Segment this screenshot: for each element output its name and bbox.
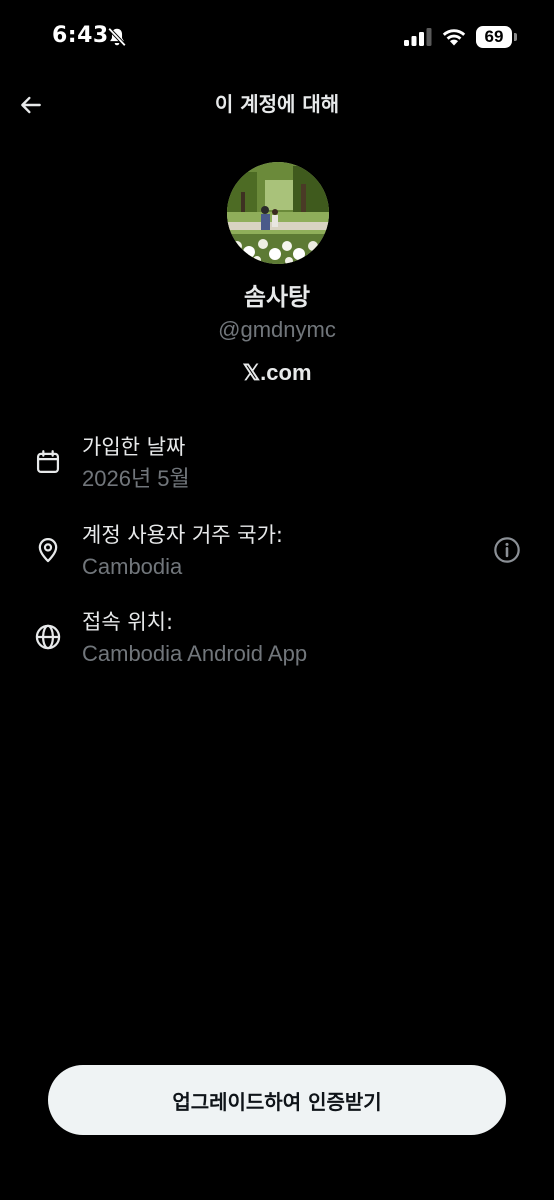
joined-date-value: 2026년 5월 <box>82 466 190 491</box>
connected-via-value: Cambodia Android App <box>82 641 308 666</box>
status-bar: 6:43 69 <box>0 0 554 76</box>
avatar-photo <box>227 162 329 264</box>
globe-icon <box>35 624 61 650</box>
based-in-value: Cambodia <box>82 554 183 579</box>
info-circle-icon[interactable] <box>493 536 521 564</box>
avatar[interactable] <box>227 162 329 264</box>
calendar-icon <box>36 450 60 474</box>
based-in-label: 계정 사용자 거주 국가: <box>82 523 283 547</box>
joined-date-row: 가입한 날짜 2026년 5월 <box>0 432 554 502</box>
battery-level: 69 <box>484 27 504 46</box>
connected-via-row: 접속 위치: Cambodia Android App <box>0 607 554 677</box>
cellular-signal-icon <box>404 28 432 46</box>
connected-via-label: 접속 위치: <box>82 610 174 634</box>
page-title: 이 계정에 대해 <box>214 92 340 116</box>
status-time: 6:43 <box>52 23 109 48</box>
upgrade-verify-button[interactable]: 업그레이드하여 인증받기 <box>48 1065 506 1135</box>
account-based-in-row: 계정 사용자 거주 국가: Cambodia <box>0 520 554 590</box>
location-pin-icon <box>38 538 58 563</box>
wifi-icon <box>442 29 466 46</box>
bell-slash-icon <box>107 27 127 47</box>
site-domain: 𝕏.com <box>242 360 312 385</box>
display-name: 솜사탕 <box>243 283 311 311</box>
battery-icon: 69 <box>476 26 518 48</box>
username-handle: @gmdnymc <box>218 317 336 342</box>
joined-date-label: 가입한 날짜 <box>82 435 186 459</box>
upgrade-verify-label: 업그레이드하여 인증받기 <box>172 1089 382 1114</box>
